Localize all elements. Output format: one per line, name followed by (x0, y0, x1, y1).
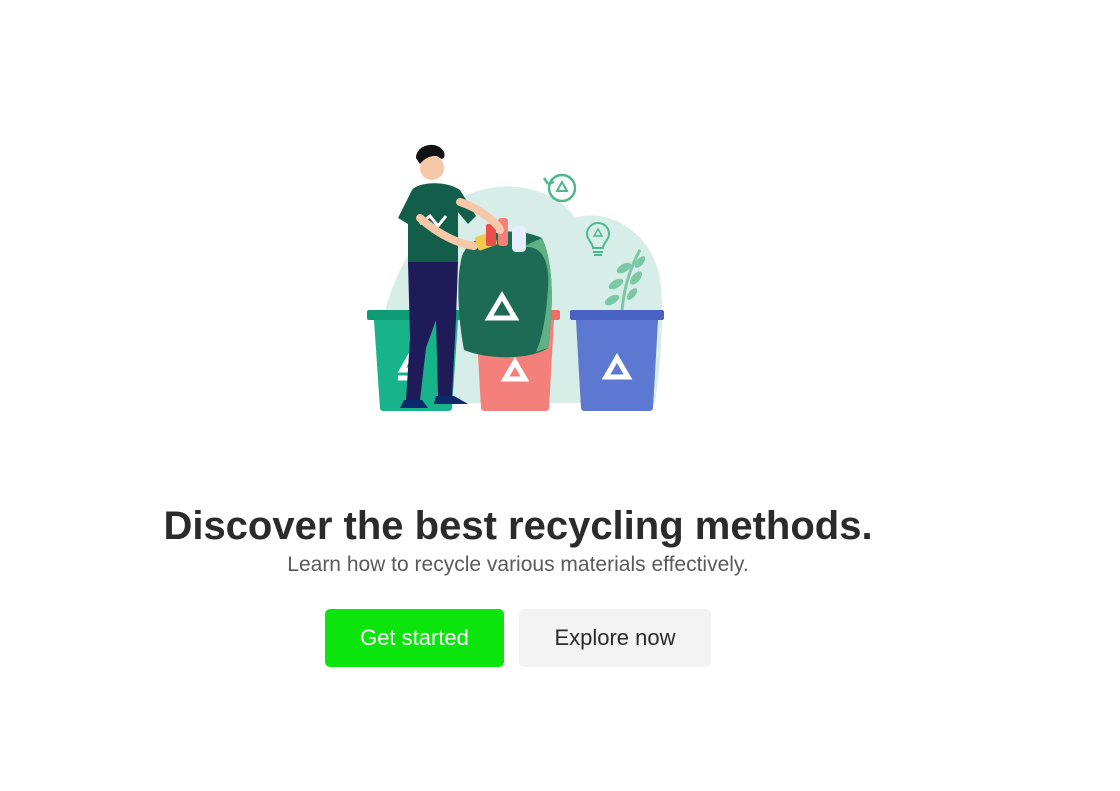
explore-now-button[interactable]: Explore now (519, 609, 711, 667)
get-started-button[interactable]: Get started (325, 609, 504, 667)
blue-bin (570, 310, 664, 411)
subheadline: Learn how to recycle various materials e… (287, 553, 749, 576)
landing-page: Discover the best recycling methods. Lea… (0, 0, 1120, 791)
recycling-illustration (360, 138, 672, 418)
headline: Discover the best recycling methods. (163, 504, 873, 548)
